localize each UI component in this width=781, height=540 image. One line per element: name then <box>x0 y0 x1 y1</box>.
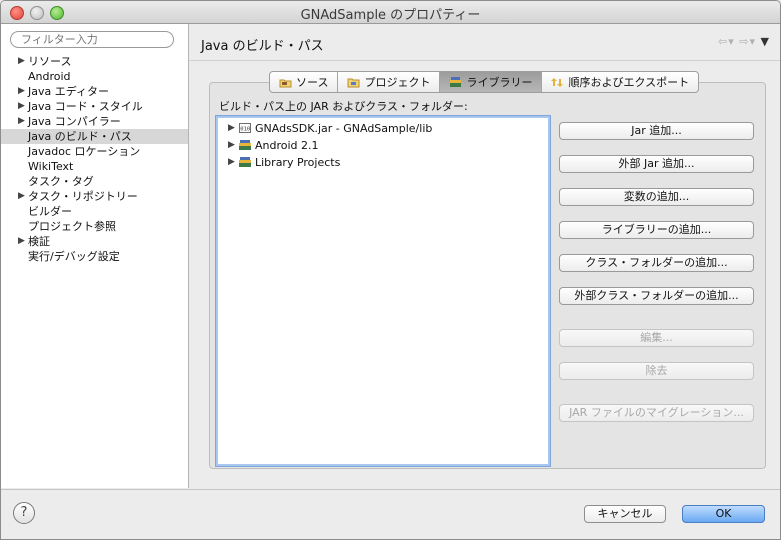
add-library-button[interactable]: ライブラリーの追加... <box>559 221 754 239</box>
expand-arrow-icon[interactable]: ▶ <box>228 120 235 137</box>
sidebar-item-label: ビルダー <box>28 205 72 218</box>
expand-arrow-icon[interactable]: ▶ <box>18 54 25 69</box>
sidebar-item-label: Java コード・スタイル <box>28 100 143 113</box>
tab-source[interactable]: ソース <box>270 72 339 92</box>
sidebar-item-project-references[interactable]: プロジェクト参照 <box>1 219 188 234</box>
view-menu-icon[interactable]: ▼ <box>761 35 770 48</box>
add-external-jar-button[interactable]: 外部 Jar 追加... <box>559 155 754 173</box>
library-icon <box>238 139 252 151</box>
sidebar-item-builders[interactable]: ビルダー <box>1 204 188 219</box>
project-folder-icon <box>347 77 360 88</box>
tab-projects[interactable]: プロジェクト <box>338 72 441 92</box>
remove-button[interactable]: 除去 <box>559 362 754 380</box>
expand-arrow-icon[interactable]: ▶ <box>18 234 25 249</box>
source-icon <box>279 77 292 88</box>
sidebar-item-java-build-path[interactable]: Java のビルド・パス <box>1 129 188 144</box>
expand-arrow-icon[interactable]: ▶ <box>18 84 25 99</box>
sidebar-item-java-compiler[interactable]: ▶ Java コンパイラー <box>1 114 188 129</box>
sidebar-item-label: プロジェクト参照 <box>28 220 116 233</box>
sidebar-item-label: 実行/デバッグ設定 <box>28 250 120 263</box>
sidebar-item-wikitext[interactable]: WikiText <box>1 159 188 174</box>
add-variable-button[interactable]: 変数の追加... <box>559 188 754 206</box>
add-jar-button[interactable]: Jar 追加... <box>559 122 754 140</box>
tree-row-library-projects[interactable]: ▶ Library Projects <box>218 154 548 171</box>
tab-libraries[interactable]: ライブラリー <box>440 72 543 92</box>
help-icon[interactable]: ? <box>13 502 35 524</box>
cancel-button[interactable]: キャンセル <box>584 505 666 523</box>
tree-row-android[interactable]: ▶ Android 2.1 <box>218 137 548 154</box>
library-icon <box>238 156 252 168</box>
tab-order-export[interactable]: 順序およびエクスポート <box>542 72 698 92</box>
expand-arrow-icon[interactable]: ▶ <box>18 99 25 114</box>
add-class-folder-button[interactable]: クラス・フォルダーの追加... <box>559 254 754 272</box>
tab-label: プロジェクト <box>364 76 431 89</box>
sidebar-item-resource[interactable]: ▶ リソース <box>1 54 188 69</box>
page-title: Java のビルド・パス <box>201 39 324 54</box>
sidebar-item-label: 検証 <box>28 235 50 248</box>
tab-label: ソース <box>296 76 329 89</box>
sidebar-item-javadoc-location[interactable]: Javadoc ロケーション <box>1 144 188 159</box>
migrate-jar-button[interactable]: JAR ファイルのマイグレーション... <box>559 404 754 422</box>
sidebar-item-label: WikiText <box>28 160 74 173</box>
edit-button[interactable]: 編集... <box>559 329 754 347</box>
sidebar-tree: ▶ リソース Android ▶ Java エディター ▶ Java コード・スタイル… <box>1 54 188 264</box>
sidebar-item-task-repository[interactable]: ▶ タスク・リポジトリー <box>1 189 188 204</box>
tree-row-label: Android 2.1 <box>255 139 319 152</box>
tree-row-label: Library Projects <box>255 156 341 169</box>
ok-button[interactable]: OK <box>682 505 765 523</box>
sidebar-item-label: タスク・タグ <box>28 175 94 188</box>
sidebar-item-label: Java エディター <box>28 85 109 98</box>
sidebar-item-java-editor[interactable]: ▶ Java エディター <box>1 84 188 99</box>
expand-arrow-icon[interactable]: ▶ <box>18 114 25 129</box>
order-export-icon <box>551 77 564 88</box>
sidebar-item-label: タスク・リポジトリー <box>28 190 138 203</box>
expand-arrow-icon[interactable]: ▶ <box>228 154 235 171</box>
expand-arrow-icon[interactable]: ▶ <box>18 189 25 204</box>
forward-arrow-icon[interactable]: ⇨▾ <box>739 35 756 48</box>
sidebar-item-label: Android <box>28 70 71 83</box>
tab-label: 順序およびエクスポート <box>568 76 690 89</box>
sidebar-item-label: Java コンパイラー <box>28 115 121 128</box>
window-title: GNAdSample のプロパティー <box>300 8 481 23</box>
sidebar-item-android[interactable]: Android <box>1 69 188 84</box>
library-icon <box>449 76 462 88</box>
dialog-footer: ? キャンセル OK <box>1 489 780 539</box>
header-divider <box>189 60 780 61</box>
add-external-class-folder-button[interactable]: 外部クラス・フォルダーの追加... <box>559 287 754 305</box>
sidebar-item-validation[interactable]: ▶ 検証 <box>1 234 188 249</box>
sidebar-item-task-tags[interactable]: タスク・タグ <box>1 174 188 189</box>
sidebar-item-run-debug-settings[interactable]: 実行/デバッグ設定 <box>1 249 188 264</box>
history-nav: ⇦▾ ⇨▾ ▼ <box>718 35 770 48</box>
sidebar-item-java-code-style[interactable]: ▶ Java コード・スタイル <box>1 99 188 114</box>
filter-input[interactable] <box>10 31 174 48</box>
svg-text:010: 010 <box>240 127 250 133</box>
jar-icon: 010 <box>238 122 252 134</box>
sidebar-item-label: Javadoc ロケーション <box>28 145 141 158</box>
sidebar-item-label: リソース <box>28 55 72 68</box>
sidebar: ▶リソース Android ▶Java エディター ▶Java コード・スタイル… <box>1 24 189 488</box>
tree-row-jar[interactable]: ▶ 010 GNAdsSDK.jar - GNAdSample/lib <box>218 120 548 137</box>
expand-arrow-icon[interactable]: ▶ <box>228 137 235 154</box>
tree-row-label: GNAdsSDK.jar - GNAdSample/lib <box>255 122 433 135</box>
build-path-tree[interactable]: ▶ 010 GNAdsSDK.jar - GNAdSample/lib ▶ An… <box>216 116 550 466</box>
build-path-list-label: ビルド・パス上の JAR およびクラス・フォルダー: <box>219 100 468 113</box>
sidebar-item-label: Java のビルド・パス <box>28 130 132 143</box>
back-arrow-icon[interactable]: ⇦▾ <box>718 35 735 48</box>
main-panel: Java のビルド・パス ⇦▾ ⇨▾ ▼ ソース プロジェクト ライブラリー 順… <box>189 24 780 488</box>
properties-dialog: GNAdSample のプロパティー ▶リソース Android ▶Java エ… <box>0 0 781 540</box>
tab-label: ライブラリー <box>466 76 533 89</box>
title-bar: GNAdSample のプロパティー <box>1 1 780 24</box>
tab-bar: ソース プロジェクト ライブラリー 順序およびエクスポート <box>269 71 700 93</box>
